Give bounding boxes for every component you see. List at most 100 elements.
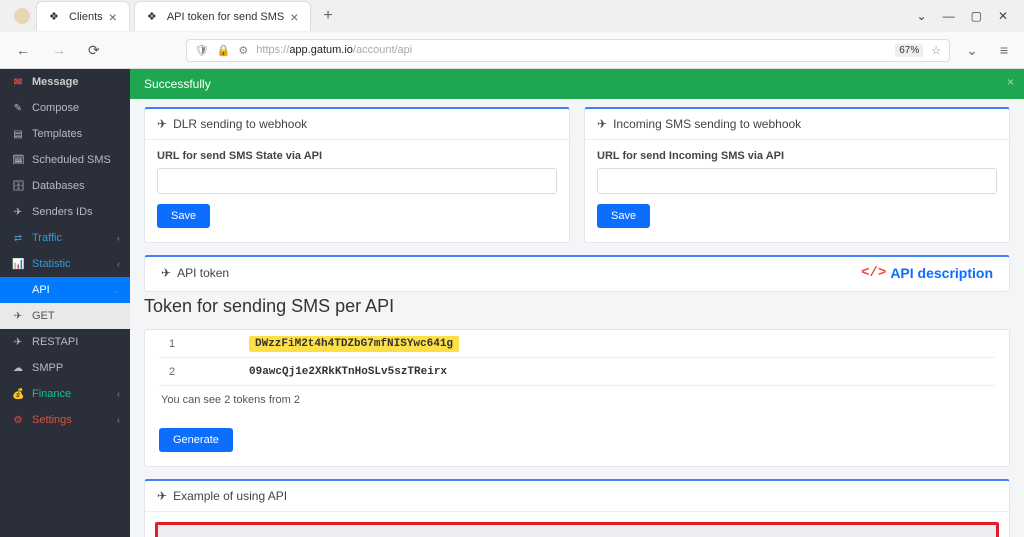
sidebar-item-get[interactable]: ✈ GET bbox=[0, 303, 130, 329]
sidebar-item-senders-ids[interactable]: ✈ Senders IDs bbox=[0, 199, 130, 225]
url-input[interactable]: 🛡 🔒 ⚙ https://app.gatum.io/account/api 6… bbox=[186, 39, 950, 62]
sidebar-item-label: Compose bbox=[32, 102, 79, 114]
favicon-icon: ❖ bbox=[147, 10, 161, 24]
permissions-icon: ⚙ bbox=[238, 44, 248, 57]
url-text: https://app.gatum.io/account/api bbox=[256, 44, 887, 56]
chevron-down-icon[interactable]: ⌄ bbox=[909, 3, 935, 29]
sidebar-icon: 💰 bbox=[12, 389, 24, 400]
alert-text: Successfully bbox=[144, 77, 211, 91]
sidebar-icon: 🗓 bbox=[12, 155, 24, 166]
table-row: 1DWzzFiM2t4h4TDZbG7mfNISYwc641g bbox=[159, 330, 995, 358]
token-value: DWzzFiM2t4h4TDZbG7mfNISYwc641g bbox=[249, 336, 459, 352]
bookmark-icon[interactable]: ☆ bbox=[931, 44, 941, 57]
field-label: URL for send Incoming SMS via API bbox=[597, 150, 997, 162]
sidebar-item-label: SMPP bbox=[32, 362, 63, 374]
back-button[interactable]: ← bbox=[10, 38, 36, 62]
tokens-table: 1DWzzFiM2t4h4TDZbG7mfNISYwc641g209awcQj1… bbox=[159, 330, 995, 386]
sidebar-item-label: Statistic bbox=[32, 258, 71, 270]
browser-tab-clients[interactable]: ❖ Clients × bbox=[36, 1, 130, 31]
pocket-icon[interactable]: ⌄ bbox=[960, 38, 984, 63]
window-maximize-button[interactable]: ▢ bbox=[963, 3, 990, 29]
panel-title: DLR sending to webhook bbox=[173, 117, 307, 131]
code-icon: </> bbox=[861, 265, 886, 281]
generate-button[interactable]: Generate bbox=[159, 428, 233, 452]
sidebar-icon: ☁ bbox=[12, 363, 24, 374]
main-content: Successfully × ✈DLR sending to webhook U… bbox=[130, 69, 1024, 537]
chevron-icon: ‹ bbox=[117, 389, 120, 399]
browser-chrome: ❖ Clients × ❖ API token for send SMS × +… bbox=[0, 0, 1024, 69]
save-button[interactable]: Save bbox=[157, 204, 210, 228]
panel-title: API token bbox=[177, 266, 229, 280]
close-icon[interactable]: × bbox=[290, 9, 298, 25]
sidebar-item-label: Templates bbox=[32, 128, 82, 140]
panel-title: Example of using API bbox=[173, 489, 287, 503]
sidebar-icon: ✉ bbox=[12, 77, 24, 88]
sidebar-item-api[interactable]: API ⌄ bbox=[0, 277, 130, 303]
sidebar-icon: ✎ bbox=[12, 103, 24, 114]
sidebar-item-label: Finance bbox=[32, 388, 71, 400]
paper-plane-icon: ✈ bbox=[597, 117, 607, 131]
alert-close-button[interactable]: × bbox=[1007, 75, 1014, 89]
tab-title: Clients bbox=[69, 11, 103, 23]
sidebar-item-traffic[interactable]: ⇄ Traffic ‹ bbox=[0, 225, 130, 251]
chevron-icon: ‹ bbox=[117, 233, 120, 243]
sidebar-item-label: API bbox=[32, 284, 50, 296]
chevron-icon: ‹ bbox=[117, 259, 120, 269]
sidebar-item-label: Traffic bbox=[32, 232, 62, 244]
paper-plane-icon: ✈ bbox=[161, 266, 171, 280]
chevron-icon: ⌄ bbox=[112, 285, 120, 296]
sidebar-icon: 📊 bbox=[12, 259, 24, 270]
tab-title: API token for send SMS bbox=[167, 11, 284, 23]
dlr-url-input[interactable] bbox=[157, 168, 557, 194]
lock-icon: 🔒 bbox=[217, 44, 231, 57]
window-minimize-button[interactable]: — bbox=[935, 3, 963, 29]
sidebar-item-finance[interactable]: 💰 Finance ‹ bbox=[0, 381, 130, 407]
sidebar-item-compose[interactable]: ✎ Compose bbox=[0, 95, 130, 121]
save-button[interactable]: Save bbox=[597, 204, 650, 228]
panel-dlr-webhook: ✈DLR sending to webhook URL for send SMS… bbox=[144, 107, 570, 243]
forward-button[interactable]: → bbox=[46, 38, 72, 62]
sidebar-icon: ▤ bbox=[12, 129, 24, 140]
firefox-logo-icon bbox=[14, 8, 30, 24]
sidebar-icon: ✈ bbox=[12, 311, 24, 322]
sidebar-icon: 🗄 bbox=[12, 181, 24, 192]
sidebar-icon: ✈ bbox=[12, 337, 24, 348]
panel-title: Incoming SMS sending to webhook bbox=[613, 117, 801, 131]
close-icon[interactable]: × bbox=[109, 9, 117, 25]
sidebar-item-label: Databases bbox=[32, 180, 85, 192]
sidebar-item-label: RESTAPI bbox=[32, 336, 78, 348]
new-tab-button[interactable]: + bbox=[315, 3, 340, 29]
sidebar-item-smpp[interactable]: ☁ SMPP bbox=[0, 355, 130, 381]
shield-icon: 🛡 bbox=[195, 44, 209, 57]
reload-button[interactable]: ⟳ bbox=[82, 38, 106, 63]
panel-example: ✈ Example of using API https://api.gatum.… bbox=[144, 479, 1010, 537]
incoming-url-input[interactable] bbox=[597, 168, 997, 194]
sidebar-item-settings[interactable]: ⚙Settings‹ bbox=[0, 407, 130, 433]
menu-icon[interactable]: ≡ bbox=[994, 38, 1014, 62]
sidebar-item-statistic[interactable]: 📊 Statistic ‹ bbox=[0, 251, 130, 277]
panel-incoming-webhook: ✈ Incoming SMS sending to webhook URL for… bbox=[584, 107, 1010, 243]
example-url-code: https://api.gatum.io/send?token=DWzzFiM2… bbox=[155, 522, 999, 537]
sidebar-item-scheduled-sms[interactable]: 🗓 Scheduled SMS bbox=[0, 147, 130, 173]
sidebar-item-restapi[interactable]: ✈ RESTAPI bbox=[0, 329, 130, 355]
tokens-count-note: You can see 2 tokens from 2 bbox=[159, 386, 995, 414]
sidebar-item-databases[interactable]: 🗄 Databases bbox=[0, 173, 130, 199]
sidebar-icon: ✈ bbox=[12, 207, 24, 218]
sidebar-item-label: Scheduled SMS bbox=[32, 154, 111, 166]
app-root: ✉ Message ✎ Compose ▤ Templates 🗓 Scheduled SMS… bbox=[0, 69, 1024, 537]
favicon-icon: ❖ bbox=[49, 10, 63, 24]
zoom-badge[interactable]: 67% bbox=[895, 44, 923, 57]
window-close-button[interactable]: ✕ bbox=[990, 3, 1016, 29]
sidebar-item-message[interactable]: ✉ Message bbox=[0, 69, 130, 95]
sidebar-item-label: Settings bbox=[32, 414, 72, 426]
alert-success: Successfully × bbox=[130, 69, 1024, 99]
sidebar-item-templates[interactable]: ▤ Templates bbox=[0, 121, 130, 147]
sidebar-item-label: Message bbox=[32, 76, 78, 88]
field-label: URL for send SMS State via API bbox=[157, 150, 557, 162]
browser-tab-api-token[interactable]: ❖ API token for send SMS × bbox=[134, 1, 312, 31]
sidebar-icon: ⇄ bbox=[12, 233, 24, 244]
paper-plane-icon: ✈ bbox=[157, 489, 167, 503]
sidebar-item-label: GET bbox=[32, 310, 55, 322]
api-description-link[interactable]: </>API description bbox=[861, 265, 993, 281]
sidebar-item-label: Senders IDs bbox=[32, 206, 93, 218]
